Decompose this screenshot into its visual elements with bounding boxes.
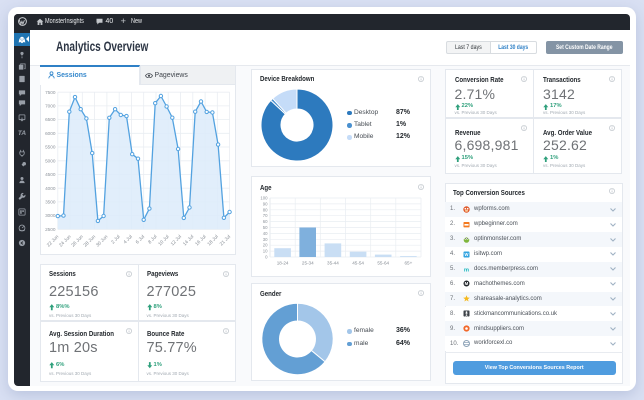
svg-text:4 Jul: 4 Jul <box>122 234 133 245</box>
svg-text:10 Jul: 10 Jul <box>157 234 170 247</box>
svg-text:5000: 5000 <box>45 158 56 163</box>
svg-text:30: 30 <box>263 237 268 242</box>
svg-text:22 Jun: 22 Jun <box>46 234 61 249</box>
svg-text:2 Jul: 2 Jul <box>110 234 121 245</box>
svg-text:55-64: 55-64 <box>377 261 389 266</box>
svg-text:30 Jun: 30 Jun <box>95 234 110 249</box>
svg-text:35-44: 35-44 <box>327 261 339 266</box>
svg-text:45-54: 45-54 <box>352 261 364 266</box>
svg-text:25-34: 25-34 <box>302 261 314 266</box>
svg-text:90: 90 <box>263 201 268 206</box>
svg-text:4500: 4500 <box>45 172 56 177</box>
svg-text:65+: 65+ <box>405 261 413 266</box>
svg-text:26 Jun: 26 Jun <box>70 234 85 249</box>
svg-text:m: m <box>463 267 468 272</box>
svg-text:M: M <box>464 282 468 287</box>
svg-text:18 Jul: 18 Jul <box>206 234 219 247</box>
svg-text:3000: 3000 <box>45 213 56 218</box>
svg-text:7500: 7500 <box>45 90 56 95</box>
svg-text:24 Jun: 24 Jun <box>58 234 73 249</box>
svg-text:40: 40 <box>263 231 268 236</box>
svg-text:3500: 3500 <box>45 200 56 205</box>
svg-text:2500: 2500 <box>45 227 56 232</box>
svg-text:20: 20 <box>263 243 268 248</box>
svg-text:12 Jul: 12 Jul <box>170 234 183 247</box>
svg-text:28 Jun: 28 Jun <box>83 234 98 249</box>
svg-text:80: 80 <box>263 207 268 212</box>
svg-text:16 Jul: 16 Jul <box>194 234 207 247</box>
svg-text:21 Jul: 21 Jul <box>219 234 232 247</box>
svg-text:70: 70 <box>263 213 268 218</box>
svg-text:0: 0 <box>265 255 268 260</box>
svg-text:5500: 5500 <box>45 145 56 150</box>
svg-text:60: 60 <box>263 219 268 224</box>
svg-text:6000: 6000 <box>45 131 56 136</box>
svg-text:18-24: 18-24 <box>277 261 289 266</box>
svg-text:14 Jul: 14 Jul <box>182 234 195 247</box>
svg-text:6 Jul: 6 Jul <box>135 234 146 245</box>
svg-text:4000: 4000 <box>45 186 56 191</box>
svg-text:10: 10 <box>263 249 268 254</box>
svg-text:50: 50 <box>263 225 268 230</box>
svg-text:100: 100 <box>260 196 268 201</box>
svg-text:7000: 7000 <box>45 104 56 109</box>
svg-text:6500: 6500 <box>45 117 56 122</box>
svg-text:W: W <box>464 252 468 257</box>
